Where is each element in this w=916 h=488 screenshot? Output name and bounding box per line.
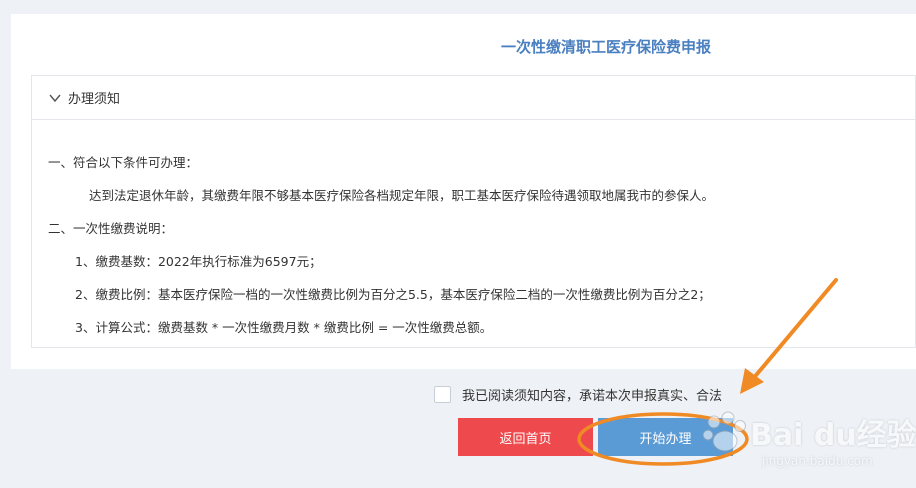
- notice-line: 达到法定退休年龄，其缴费年限不够基本医疗保险各档规定年限，职工基本医疗保险待遇领…: [89, 188, 715, 203]
- notice-header[interactable]: 办理须知: [32, 76, 915, 120]
- paw-icon: [702, 411, 746, 452]
- annotation-arrow-head: [740, 368, 764, 394]
- notice-line: 一、符合以下条件可办理：: [48, 155, 199, 170]
- notice-header-label: 办理须知: [68, 92, 121, 107]
- agreement-checkbox[interactable]: [434, 386, 451, 403]
- back-home-button[interactable]: 返回首页: [458, 418, 593, 456]
- watermark: Bai du经验 jingyan.baidu.com: [700, 408, 916, 478]
- notice-panel: 办理须知 一、符合以下条件可办理： 达到法定退休年龄，其缴费年限不够基本医疗保险…: [31, 75, 916, 348]
- notice-line: 3、计算公式：缴费基数 * 一次性缴费月数 * 缴费比例 = 一次性缴费总额。: [75, 320, 493, 335]
- watermark-text: Bai du经验: [750, 418, 916, 453]
- watermark-url: jingyan.baidu.com: [762, 454, 873, 468]
- agreement-row: 我已阅读须知内容，承诺本次申报真实、合法: [434, 385, 722, 404]
- notice-line: 二、一次性缴费说明：: [48, 221, 174, 236]
- chevron-down-icon: [49, 94, 61, 102]
- page-title: 一次性缴清职工医疗保险费申报: [500, 38, 711, 56]
- notice-line: 1、缴费基数：2022年执行标准为6597元；: [75, 254, 322, 269]
- declaration-card: 一次性缴清职工医疗保险费申报 办理须知 一、符合以下条件可办理： 达到法定退休年…: [11, 14, 916, 369]
- notice-line: 2、缴费比例：基本医疗保险一档的一次性缴费比例为百分之5.5，基本医疗保险二档的…: [75, 287, 711, 302]
- agreement-label: 我已阅读须知内容，承诺本次申报真实、合法: [462, 389, 723, 404]
- page: 一次性缴清职工医疗保险费申报 办理须知 一、符合以下条件可办理： 达到法定退休年…: [0, 0, 916, 488]
